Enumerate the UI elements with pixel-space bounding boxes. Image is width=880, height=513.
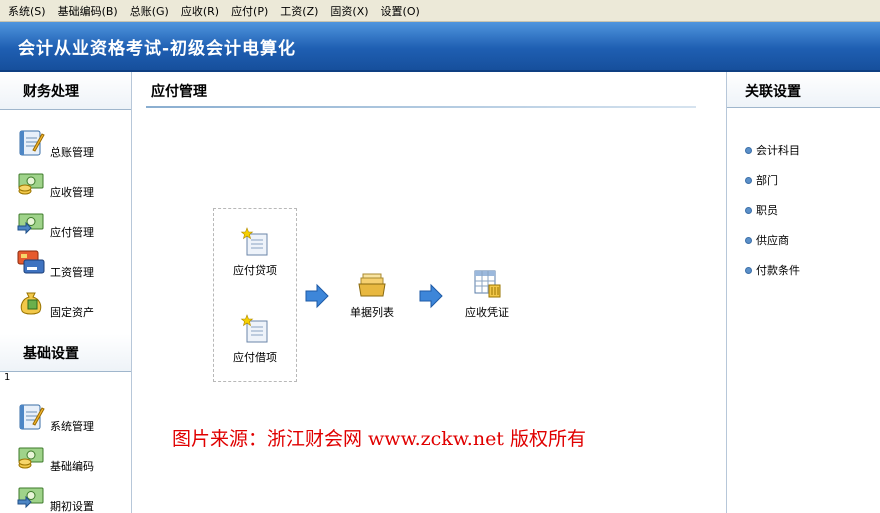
sidebar-item-system-management[interactable]: 系统管理	[16, 402, 126, 438]
money-icon	[18, 447, 44, 469]
money-exchange-icon	[17, 213, 44, 235]
flow-node-label: 单据列表	[350, 306, 394, 319]
sidebar-item-label: 基础编码	[50, 460, 94, 473]
menu-general-ledger[interactable]: 总账(G)	[126, 3, 177, 19]
watermark-text: 图片来源：浙江财会网 www.zckw.net 版权所有	[172, 428, 586, 450]
bullet-icon	[745, 206, 752, 214]
link-label: 部门	[756, 174, 778, 187]
bullet-icon	[745, 176, 752, 184]
link-label: 职员	[756, 204, 778, 217]
sidebar-item-label: 工资管理	[50, 266, 94, 279]
new-document-icon	[240, 314, 268, 343]
sidebar-section-title: 财务处理	[23, 84, 79, 100]
menu-basic-codes[interactable]: 基础编码(B)	[54, 3, 126, 19]
sidebar-item-label: 应收管理	[50, 186, 94, 199]
bullet-icon	[745, 146, 752, 154]
flow-document-list[interactable]: 单据列表	[327, 268, 417, 320]
related-settings-title: 关联设置	[745, 84, 801, 100]
sidebar-item-label: 系统管理	[50, 420, 94, 433]
link-payment-terms[interactable]: 付款条件	[745, 262, 800, 278]
spreadsheet-icon	[474, 270, 501, 298]
flow-node-label: 应付借项	[233, 351, 277, 364]
menu-receivables[interactable]: 应收(R)	[177, 3, 227, 19]
notepad-icon	[19, 404, 45, 430]
flow-payable-credit[interactable]: 应付贷项	[210, 226, 300, 278]
menu-system[interactable]: 系统(S)	[4, 3, 54, 19]
bullet-icon	[745, 266, 752, 274]
link-suppliers[interactable]: 供应商	[745, 232, 789, 248]
link-accounting-subjects[interactable]: 会计科目	[745, 142, 800, 158]
menu-bar: 系统(S) 基础编码(B) 总账(G) 应收(R) 应付(P) 工资(Z) 固资…	[0, 0, 880, 22]
link-label: 会计科目	[756, 144, 800, 157]
money-bag-icon	[20, 292, 42, 315]
menu-fixed-assets[interactable]: 固资(X)	[326, 3, 376, 19]
title-banner: 会计从业资格考试-初级会计电算化	[0, 22, 880, 72]
money-exchange-icon	[17, 487, 44, 509]
sidebar-item-label: 固定资产	[50, 306, 94, 319]
sidebar-item-label: 应付管理	[50, 226, 94, 239]
flow-node-label: 应收凭证	[465, 306, 509, 319]
flow-receivable-voucher[interactable]: 应收凭证	[442, 268, 532, 320]
bullet-icon	[745, 236, 752, 244]
sidebar-item-payables[interactable]: 应付管理	[16, 208, 126, 244]
sidebar-marker: 1	[4, 372, 11, 383]
card-icon	[17, 250, 45, 274]
link-employees[interactable]: 职员	[745, 202, 778, 218]
flow-arrow-icon	[419, 283, 443, 309]
sidebar-section-finance[interactable]: 财务处理	[0, 72, 131, 110]
folder-stack-icon	[358, 273, 386, 297]
sidebar-item-basic-codes[interactable]: 基础编码	[16, 442, 126, 478]
sidebar-item-opening-settings[interactable]: 期初设置	[16, 482, 126, 513]
menu-settings[interactable]: 设置(O)	[377, 3, 428, 19]
sidebar-item-payroll[interactable]: 工资管理	[16, 248, 126, 284]
menu-payables[interactable]: 应付(P)	[227, 3, 276, 19]
sidebar-item-label: 总账管理	[50, 146, 94, 159]
main-panel: 应付管理 应付贷项 应付借项 单据列表 应收凭证 图片来源：浙江财会网 www.…	[132, 72, 726, 513]
sidebar-item-receivables[interactable]: 应收管理	[16, 168, 126, 204]
notepad-icon	[19, 130, 45, 156]
link-label: 供应商	[756, 234, 789, 247]
sidebar-section-basic-settings[interactable]: 基础设置	[0, 334, 131, 372]
right-panel: 关联设置 会计科目 部门 职员 供应商 付款条件	[726, 72, 880, 513]
flow-node-label: 应付贷项	[233, 264, 277, 277]
page-title: 应付管理	[151, 84, 207, 100]
flow-payable-debit[interactable]: 应付借项	[210, 313, 300, 365]
title-underline	[146, 106, 696, 108]
related-settings-header: 关联设置	[727, 72, 880, 108]
app-title: 会计从业资格考试-初级会计电算化	[18, 39, 297, 59]
sidebar-section-title: 基础设置	[23, 346, 79, 362]
sidebar-item-label: 期初设置	[50, 500, 94, 513]
new-document-icon	[240, 227, 268, 256]
money-icon	[18, 173, 44, 195]
left-sidebar: 财务处理 总账管理 应收管理 应付管理 工资管理 固定资产 基础设置 1 系统管…	[0, 72, 132, 513]
menu-payroll[interactable]: 工资(Z)	[276, 3, 326, 19]
sidebar-item-fixed-assets[interactable]: 固定资产	[16, 288, 126, 324]
link-label: 付款条件	[756, 264, 800, 277]
link-departments[interactable]: 部门	[745, 172, 778, 188]
sidebar-item-general-ledger[interactable]: 总账管理	[16, 128, 126, 164]
